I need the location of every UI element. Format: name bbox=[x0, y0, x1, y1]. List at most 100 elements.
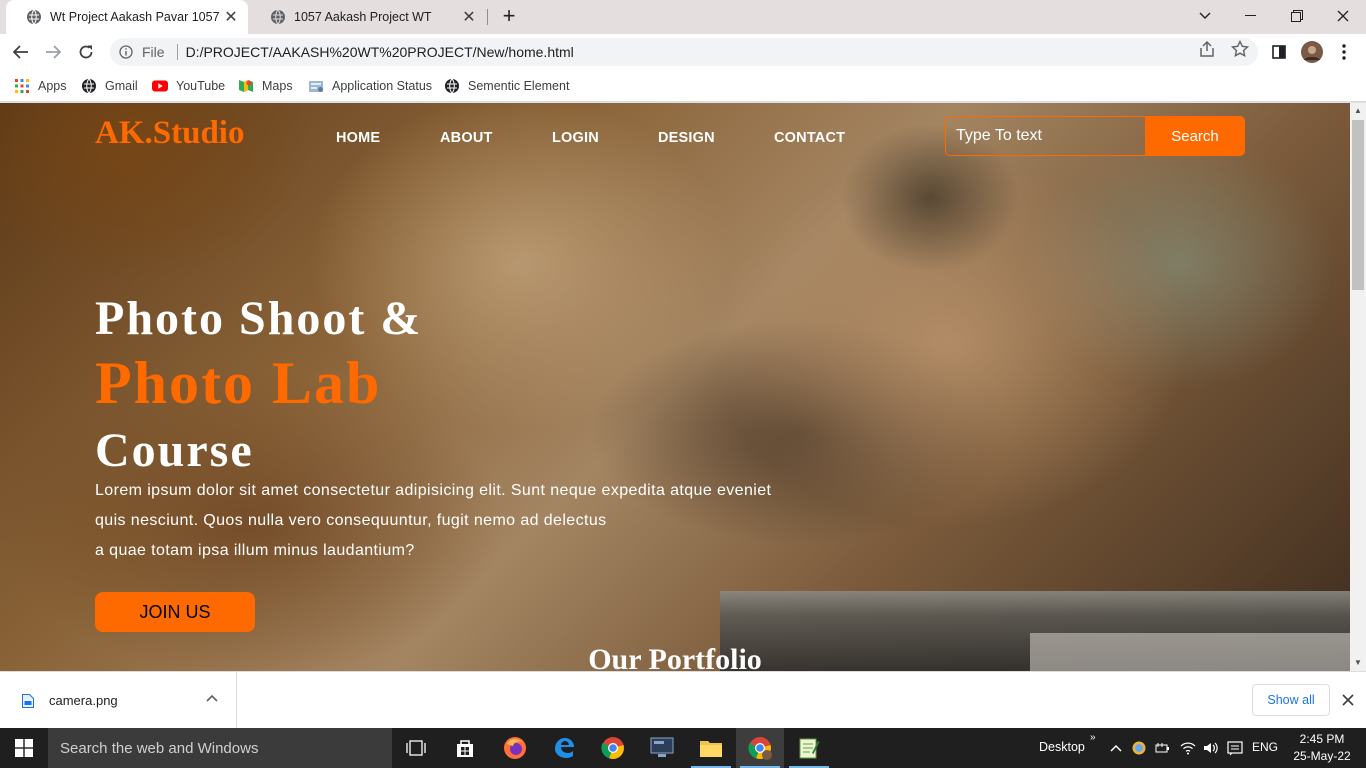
maps-icon bbox=[239, 80, 253, 92]
tab-aakash-project[interactable]: 1057 Aakash Project WT ✕ bbox=[250, 0, 486, 34]
tab-wt-project[interactable]: Wt Project Aakash Pavar 1057 ✕ bbox=[6, 0, 248, 34]
back-button[interactable] bbox=[6, 37, 36, 67]
profile-avatar[interactable] bbox=[1301, 41, 1323, 63]
search-input[interactable] bbox=[945, 116, 1145, 156]
tab-search-chevron-icon[interactable] bbox=[1182, 0, 1228, 32]
nav-link-login[interactable]: LOGIN bbox=[552, 130, 599, 146]
action-center-icon[interactable] bbox=[1227, 740, 1243, 756]
weather-icon[interactable] bbox=[1131, 740, 1147, 756]
tray-overflow-chevron-icon[interactable] bbox=[1108, 740, 1124, 756]
tab-title: 1057 Aakash Project WT bbox=[294, 10, 432, 24]
close-window-button[interactable] bbox=[1320, 0, 1366, 32]
bookmark-sementic-element[interactable]: Sementic Element bbox=[444, 77, 569, 95]
browser-toolbar: File D:/PROJECT/AAKASH%20WT%20PROJECT/Ne… bbox=[0, 34, 1366, 70]
chrome-icon bbox=[748, 737, 772, 760]
info-icon[interactable] bbox=[119, 45, 133, 59]
taskbar-file-explorer-app[interactable] bbox=[687, 728, 735, 768]
portfolio-heading: Our Portfolio bbox=[588, 643, 762, 671]
taskbar-search-box[interactable]: Search the web and Windows bbox=[48, 728, 392, 768]
bookmark-label: Gmail bbox=[105, 79, 138, 93]
url-text[interactable]: D:/PROJECT/AAKASH%20WT%20PROJECT/New/hom… bbox=[186, 44, 574, 60]
chevron-up-icon[interactable] bbox=[205, 692, 219, 706]
nav-link-home[interactable]: HOME bbox=[336, 130, 380, 146]
minimize-button[interactable] bbox=[1228, 0, 1274, 32]
tab-divider bbox=[487, 9, 488, 25]
folder-icon bbox=[700, 741, 722, 757]
clock-date: 25-May-22 bbox=[1293, 749, 1351, 763]
bookmark-maps[interactable]: Maps bbox=[238, 77, 293, 95]
close-tab-icon[interactable]: ✕ bbox=[220, 6, 242, 28]
task-view-button[interactable] bbox=[392, 728, 440, 768]
notepad-icon bbox=[799, 738, 820, 759]
hero-description-line: a quae totam ipsa illum minus laudantium… bbox=[95, 542, 415, 559]
bookmarks-bar: Apps Gmail YouTube Maps Application Stat… bbox=[0, 70, 1366, 102]
bookmark-label: Apps bbox=[38, 79, 67, 93]
scroll-up-arrow-icon[interactable]: ▲ bbox=[1350, 103, 1366, 119]
close-tab-icon[interactable]: ✕ bbox=[458, 6, 480, 28]
wifi-icon[interactable] bbox=[1180, 740, 1196, 756]
globe-icon bbox=[271, 9, 285, 25]
scroll-down-arrow-icon[interactable]: ▼ bbox=[1350, 655, 1366, 671]
bookmark-label: Application Status bbox=[332, 79, 433, 93]
image-file-icon bbox=[22, 693, 34, 708]
taskbar-chrome-app[interactable] bbox=[589, 728, 637, 768]
reload-button[interactable] bbox=[71, 37, 101, 67]
globe-icon bbox=[27, 9, 41, 25]
scheme-label: File bbox=[142, 44, 165, 60]
download-filename: camera.png bbox=[49, 693, 118, 708]
taskbar-firefox-app[interactable] bbox=[491, 728, 539, 768]
bookmark-label: Maps bbox=[262, 79, 293, 93]
bookmark-star-icon[interactable] bbox=[1231, 40, 1249, 58]
new-tab-button[interactable]: + bbox=[498, 5, 520, 27]
firefox-icon bbox=[504, 737, 526, 759]
bookmark-label: Sementic Element bbox=[468, 79, 570, 93]
bookmark-gmail[interactable]: Gmail bbox=[81, 77, 138, 95]
download-item[interactable]: camera.png bbox=[0, 672, 237, 729]
windows-logo-icon bbox=[15, 739, 33, 757]
taskbar-store-app[interactable] bbox=[441, 728, 489, 768]
page-viewport: AK.Studio HOME ABOUT LOGIN DESIGN CONTAC… bbox=[0, 103, 1350, 671]
forward-button[interactable] bbox=[38, 37, 68, 67]
more-menu-icon[interactable] bbox=[1333, 41, 1355, 63]
taskbar-chrome-window[interactable] bbox=[736, 728, 784, 768]
nav-link-about[interactable]: ABOUT bbox=[440, 130, 493, 146]
bookmark-application-status[interactable]: Application Status bbox=[308, 77, 432, 95]
taskbar-notepad-app[interactable] bbox=[785, 728, 833, 768]
volume-icon[interactable] bbox=[1202, 740, 1218, 756]
store-bag-icon bbox=[457, 740, 473, 757]
task-view-icon bbox=[406, 740, 426, 756]
tab-title: Wt Project Aakash Pavar 1057 bbox=[50, 10, 220, 24]
address-bar[interactable]: File D:/PROJECT/AAKASH%20WT%20PROJECT/Ne… bbox=[110, 38, 1258, 66]
power-battery-icon[interactable] bbox=[1154, 740, 1170, 756]
taskbar-sql-app[interactable] bbox=[638, 728, 686, 768]
hero-title-line1: Photo Shoot & bbox=[95, 292, 423, 345]
omnibox-divider bbox=[176, 44, 178, 60]
application-status-icon bbox=[309, 81, 323, 92]
windows-taskbar: Search the web and Windows Desktop » ENG… bbox=[0, 728, 1366, 768]
search-button[interactable]: Search bbox=[1145, 116, 1245, 156]
nav-link-design[interactable]: DESIGN bbox=[658, 130, 715, 146]
taskbar-edge-app[interactable] bbox=[540, 728, 588, 768]
double-chevron-icon[interactable]: » bbox=[1090, 732, 1096, 743]
restore-button[interactable] bbox=[1274, 0, 1320, 32]
site-logo[interactable]: AK.Studio bbox=[95, 115, 244, 152]
share-icon[interactable] bbox=[1198, 40, 1216, 58]
side-panel-icon[interactable] bbox=[1268, 41, 1290, 63]
bookmark-apps[interactable]: Apps bbox=[14, 77, 67, 95]
input-language-indicator[interactable]: ENG bbox=[1252, 740, 1278, 754]
show-all-button[interactable]: Show all bbox=[1252, 684, 1330, 716]
bookmark-youtube[interactable]: YouTube bbox=[152, 77, 225, 95]
hero-description-line: quis nesciunt. Quos nulla vero consequun… bbox=[95, 512, 607, 529]
hero-description-line: Lorem ipsum dolor sit amet consectetur a… bbox=[95, 482, 772, 499]
close-icon[interactable] bbox=[1339, 691, 1357, 709]
bookmark-label: YouTube bbox=[176, 79, 226, 93]
start-button[interactable] bbox=[0, 728, 48, 768]
scrollbar-thumb[interactable] bbox=[1352, 120, 1364, 290]
nav-link-contact[interactable]: CONTACT bbox=[774, 130, 845, 146]
join-us-button[interactable]: JOIN US bbox=[95, 592, 255, 632]
desktop-toolbar-label[interactable]: Desktop bbox=[1039, 740, 1085, 754]
system-clock[interactable]: 2:45 PM 25-May-22 bbox=[1290, 731, 1354, 765]
page-scrollbar[interactable]: ▲ ▼ bbox=[1350, 103, 1366, 671]
edge-icon bbox=[555, 738, 574, 758]
sql-tool-icon bbox=[650, 737, 674, 757]
